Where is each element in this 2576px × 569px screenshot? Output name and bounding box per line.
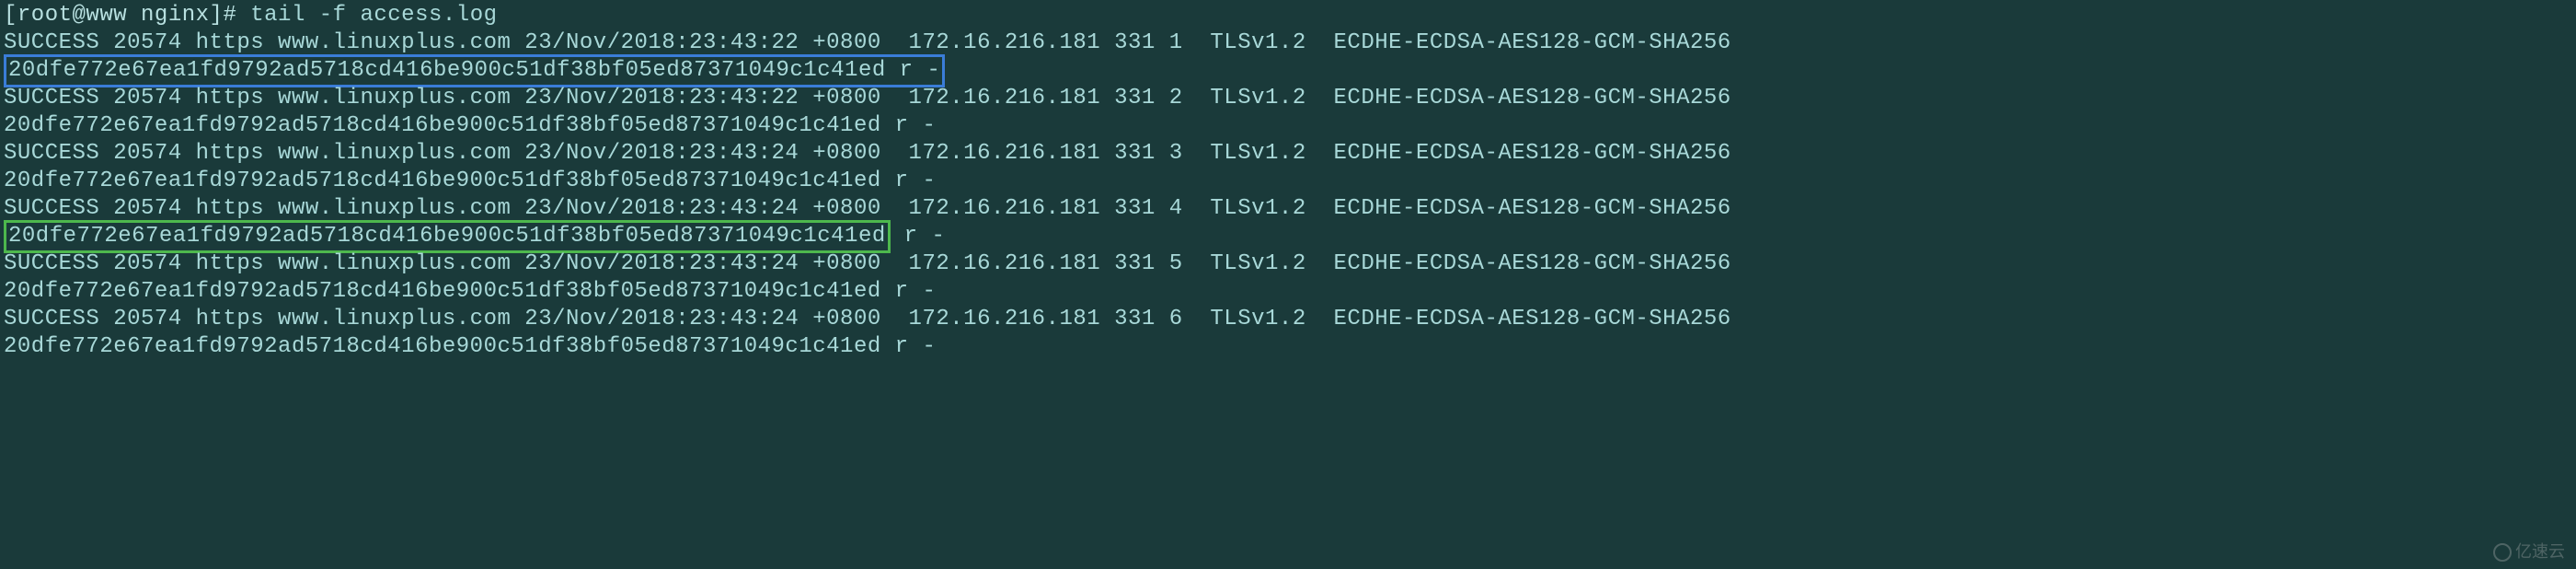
log-line-1b: 20dfe772e67ea1fd9792ad5718cd416be900c51d… <box>4 57 2572 85</box>
watermark-logo-icon <box>2493 543 2512 562</box>
command-text: tail -f access.log <box>250 3 497 28</box>
log-line-5b: 20dfe772e67ea1fd9792ad5718cd416be900c51d… <box>4 278 2572 306</box>
watermark: 亿速云 <box>2493 541 2565 563</box>
command-prompt-line: [root@www nginx]# tail -f access.log <box>4 2 2572 29</box>
log-line-4b: 20dfe772e67ea1fd9792ad5718cd416be900c51d… <box>4 223 2572 250</box>
session-suffix: r - <box>881 279 937 304</box>
log-line-1a: SUCCESS 20574 https www.linuxplus.com 23… <box>4 29 2572 57</box>
log-line-4a: SUCCESS 20574 https www.linuxplus.com 23… <box>4 195 2572 223</box>
session-suffix: r - <box>881 113 937 138</box>
session-hash: 20dfe772e67ea1fd9792ad5718cd416be900c51d… <box>4 334 881 359</box>
log-line-2a: SUCCESS 20574 https www.linuxplus.com 23… <box>4 85 2572 112</box>
session-hash: 20dfe772e67ea1fd9792ad5718cd416be900c51d… <box>4 279 881 304</box>
log-line-2b: 20dfe772e67ea1fd9792ad5718cd416be900c51d… <box>4 112 2572 140</box>
session-hash: 20dfe772e67ea1fd9792ad5718cd416be900c51d… <box>4 113 881 138</box>
highlighted-session-green: 20dfe772e67ea1fd9792ad5718cd416be900c51d… <box>4 220 891 253</box>
log-line-3b: 20dfe772e67ea1fd9792ad5718cd416be900c51d… <box>4 168 2572 195</box>
log-line-6a: SUCCESS 20574 https www.linuxplus.com 23… <box>4 306 2572 333</box>
log-line-3a: SUCCESS 20574 https www.linuxplus.com 23… <box>4 140 2572 168</box>
watermark-text: 亿速云 <box>2515 542 2565 561</box>
shell-prompt: [root@www nginx]# <box>4 3 250 28</box>
session-hash: 20dfe772e67ea1fd9792ad5718cd416be900c51d… <box>4 168 881 193</box>
session-suffix: r - <box>881 334 937 359</box>
highlighted-session-blue: 20dfe772e67ea1fd9792ad5718cd416be900c51d… <box>4 54 945 87</box>
session-suffix: r - <box>881 168 937 193</box>
log-line-6b: 20dfe772e67ea1fd9792ad5718cd416be900c51d… <box>4 333 2572 361</box>
log-line-5a: SUCCESS 20574 https www.linuxplus.com 23… <box>4 250 2572 278</box>
session-suffix: r - <box>891 224 946 249</box>
